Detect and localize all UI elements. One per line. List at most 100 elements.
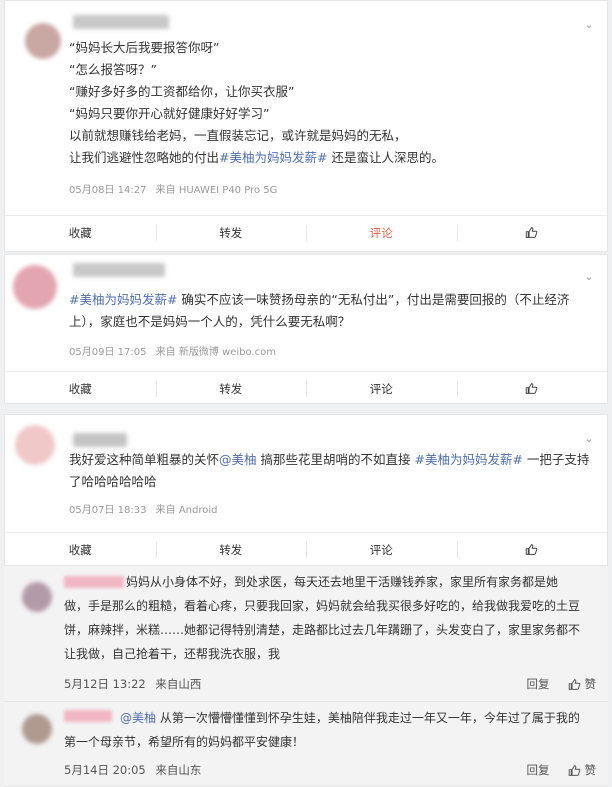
like-button[interactable] bbox=[456, 372, 608, 405]
comment-line: 饼，麻辣拌，米糕……她都记得特别清楚，走路都比过去几年蹒跚了，头发变白了，家里家… bbox=[64, 618, 596, 642]
like-label: 赞 bbox=[584, 763, 597, 777]
text-segment: 让我们逃避性忽略她的付出 bbox=[69, 150, 220, 165]
post-meta: 05月07日 18:33 来自 Android bbox=[69, 501, 223, 516]
text-segment: 了哈哈哈哈哈哈 bbox=[69, 474, 157, 489]
repost-button[interactable]: 转发 bbox=[155, 216, 307, 249]
text-segment: 做，手是那么的粗糙，看着心疼，只要我回家，妈妈就会给我买很多好吃的，给我做我爱吃… bbox=[64, 599, 581, 613]
post-time[interactable]: 05月07日 18:33 bbox=[69, 505, 146, 516]
repost-button[interactable]: 转发 bbox=[155, 533, 307, 566]
post-line: #美柚为妈妈发薪# 确实不应该一味赞扬母亲的“无私付出”，付出是需要回报的（不止… bbox=[69, 289, 587, 311]
like-button[interactable] bbox=[456, 533, 608, 566]
post-line: 以前就想赚钱给老妈，一直假装忘记，或许就是妈妈的无私， bbox=[69, 125, 587, 147]
avatar[interactable] bbox=[13, 265, 57, 309]
like-button[interactable] bbox=[456, 216, 608, 249]
avatar[interactable] bbox=[22, 714, 52, 744]
text-segment: 一把子支持 bbox=[522, 452, 590, 467]
comment-time: 5月12日 13:22 bbox=[64, 677, 146, 691]
hashtag-link[interactable]: @美柚 bbox=[120, 711, 156, 725]
repost-button[interactable]: 转发 bbox=[155, 372, 307, 405]
post-text: #美柚为妈妈发薪# 确实不应该一味赞扬母亲的“无私付出”，付出是需要回报的（不止… bbox=[69, 289, 587, 333]
comment-line: 第一个母亲节，希望所有的妈妈都平安健康！ bbox=[64, 730, 596, 754]
post-line: 了哈哈哈哈哈哈 bbox=[69, 471, 587, 493]
comment-text: @美柚 从第一次懵懵懂懂到怀孕生娃，美柚陪伴我走过一年又一年，今年过了属于我的 … bbox=[64, 706, 596, 754]
text-segment: “赚好多好多的工资都给你，让你买衣服” bbox=[69, 84, 295, 99]
favorite-button[interactable]: 收藏 bbox=[5, 216, 156, 249]
post-time[interactable]: 05月09日 17:05 bbox=[69, 347, 146, 358]
text-segment: “妈妈只要你开心就好健康好好学习” bbox=[69, 106, 270, 121]
text-segment: 上），家庭也不是妈妈一个人的，凭什么要无私啊？ bbox=[69, 314, 351, 329]
comment-item: 妈妈从小身体不好，到处求医，每天还去地里干活赚钱养家，家里所有家务都是她 做，手… bbox=[4, 566, 608, 702]
comment-footer: 5月14日 20:05 来自山东 回复 赞 bbox=[64, 762, 596, 778]
comment-location: 来自山东 bbox=[155, 763, 202, 777]
like-button[interactable]: 赞 bbox=[568, 676, 597, 692]
comment-location: 来自山西 bbox=[155, 677, 202, 691]
post-time[interactable]: 05月08日 14:27 bbox=[69, 185, 146, 196]
text-segment: 妈妈从小身体不好，到处求医，每天还去地里干活赚钱养家，家里所有家务都是她 bbox=[126, 575, 559, 589]
chevron-down-icon[interactable]: ⌄ bbox=[583, 433, 595, 445]
comment-footer: 5月12日 13:22 来自山西 回复 赞 bbox=[64, 676, 596, 692]
weibo-post: ⌄ #美柚为妈妈发薪# 确实不应该一味赞扬母亲的“无私付出”，付出是需要回报的（… bbox=[4, 254, 608, 404]
comment-line: @美柚 从第一次懵懵懂懂到怀孕生娃，美柚陪伴我走过一年又一年，今年过了属于我的 bbox=[64, 706, 596, 730]
hashtag-link[interactable]: #美柚为妈妈发薪# bbox=[219, 150, 327, 165]
post-line: “赚好多好多的工资都给你，让你买衣服” bbox=[69, 81, 587, 103]
comment-button[interactable]: 评论 bbox=[306, 533, 457, 566]
text-segment: “妈妈长大后我要报答你呀” bbox=[69, 40, 220, 55]
post-meta: 05月09日 17:05 来自 新版微博 weibo.com bbox=[69, 343, 282, 358]
avatar[interactable] bbox=[22, 582, 52, 612]
comment-line: 让我做，自己抢着干，还帮我洗衣服，我 bbox=[64, 642, 596, 666]
post-source: 来自 HUAWEI P40 Pro 5G bbox=[155, 185, 278, 196]
chevron-down-icon[interactable]: ⌄ bbox=[583, 19, 595, 31]
comment-text: 妈妈从小身体不好，到处求医，每天还去地里干活赚钱养家，家里所有家务都是她 做，手… bbox=[64, 570, 596, 666]
hashtag-link[interactable]: @美柚 bbox=[219, 452, 257, 467]
text-segment: 我好爱这种简单粗暴的关怀 bbox=[69, 452, 220, 467]
username[interactable] bbox=[73, 15, 169, 29]
favorite-button[interactable]: 收藏 bbox=[5, 372, 156, 405]
weibo-post: ⌄ 我好爱这种简单粗暴的关怀@美柚 搞那些花里胡哨的不如直接 #美柚为妈妈发薪#… bbox=[4, 414, 608, 566]
text-segment: 第一个母亲节，希望所有的妈妈都平安健康！ bbox=[64, 735, 305, 749]
text-segment: 以前就想赚钱给老妈，一直假装忘记，或许就是妈妈的无私， bbox=[69, 128, 407, 143]
post-actions: 收藏 转发 评论 bbox=[5, 532, 607, 566]
favorite-button[interactable]: 收藏 bbox=[5, 533, 156, 566]
post-source: 来自 新版微博 weibo.com bbox=[155, 347, 276, 358]
post-text: 我好爱这种简单粗暴的关怀@美柚 搞那些花里胡哨的不如直接 #美柚为妈妈发薪# 一… bbox=[69, 449, 590, 493]
reply-button[interactable]: 回复 bbox=[527, 762, 550, 778]
comment-button[interactable]: 评论 bbox=[306, 216, 457, 249]
text-segment: 饼，麻辣拌，米糕……她都记得特别清楚，走路都比过去几年蹒跚了，头发变白了，家里家… bbox=[64, 623, 581, 637]
post-line: “妈妈只要你开心就好健康好好学习” bbox=[69, 103, 587, 125]
username[interactable] bbox=[73, 263, 165, 277]
post-line: “妈妈长大后我要报答你呀” bbox=[69, 37, 587, 59]
post-text: “妈妈长大后我要报答你呀” “怎么报答呀？” “赚好多好多的工资都给你，让你买衣… bbox=[69, 37, 587, 169]
text-segment: 还是蛮让人深思的。 bbox=[327, 150, 444, 165]
text-segment: 搞那些花里胡哨的不如直接 bbox=[256, 452, 415, 467]
avatar[interactable] bbox=[15, 425, 55, 465]
hashtag-link[interactable]: #美柚为妈妈发薪# bbox=[69, 292, 177, 307]
thumbs-up-icon bbox=[525, 383, 538, 394]
thumbs-up-icon bbox=[568, 764, 580, 776]
post-line: 上），家庭也不是妈妈一个人的，凭什么要无私啊？ bbox=[69, 311, 587, 333]
comment-button[interactable]: 评论 bbox=[306, 372, 457, 405]
hashtag-link[interactable]: #美柚为妈妈发薪# bbox=[414, 452, 522, 467]
thumbs-up-icon bbox=[525, 227, 538, 238]
username[interactable] bbox=[73, 433, 127, 447]
thumbs-up-icon bbox=[568, 678, 580, 690]
post-line: 我好爱这种简单粗暴的关怀@美柚 搞那些花里胡哨的不如直接 #美柚为妈妈发薪# 一… bbox=[69, 449, 590, 471]
post-actions: 收藏 转发 评论 bbox=[5, 371, 607, 405]
text-segment: “怎么报答呀？” bbox=[69, 62, 157, 77]
avatar[interactable] bbox=[25, 23, 61, 59]
like-button[interactable]: 赞 bbox=[568, 762, 597, 778]
text-segment: 确实不应该一味赞扬母亲的“无私付出”，付出是需要回报的（不止经济 bbox=[177, 292, 570, 307]
like-label: 赞 bbox=[584, 677, 597, 691]
comment-time: 5月14日 20:05 bbox=[64, 763, 146, 777]
text-segment: 让我做，自己抢着干，还帮我洗衣服，我 bbox=[64, 647, 281, 661]
comment-item: @美柚 从第一次懵懵懂懂到怀孕生娃，美柚陪伴我走过一年又一年，今年过了属于我的 … bbox=[4, 702, 608, 787]
post-line: “怎么报答呀？” bbox=[69, 59, 587, 81]
post-actions: 收藏 转发 评论 bbox=[5, 215, 607, 249]
weibo-post: ⌄ “妈妈长大后我要报答你呀” “怎么报答呀？” “赚好多好多的工资都给你，让你… bbox=[4, 0, 608, 252]
thumbs-up-icon bbox=[525, 544, 538, 555]
chevron-down-icon[interactable]: ⌄ bbox=[583, 271, 595, 283]
post-source: 来自 Android bbox=[155, 505, 218, 516]
comment-line: 做，手是那么的粗糙，看着心疼，只要我回家，妈妈就会给我买很多好吃的，给我做我爱吃… bbox=[64, 594, 596, 618]
comment-line: 妈妈从小身体不好，到处求医，每天还去地里干活赚钱养家，家里所有家务都是她 bbox=[64, 570, 596, 594]
post-meta: 05月08日 14:27 来自 HUAWEI P40 Pro 5G bbox=[69, 181, 283, 196]
reply-button[interactable]: 回复 bbox=[527, 676, 550, 692]
